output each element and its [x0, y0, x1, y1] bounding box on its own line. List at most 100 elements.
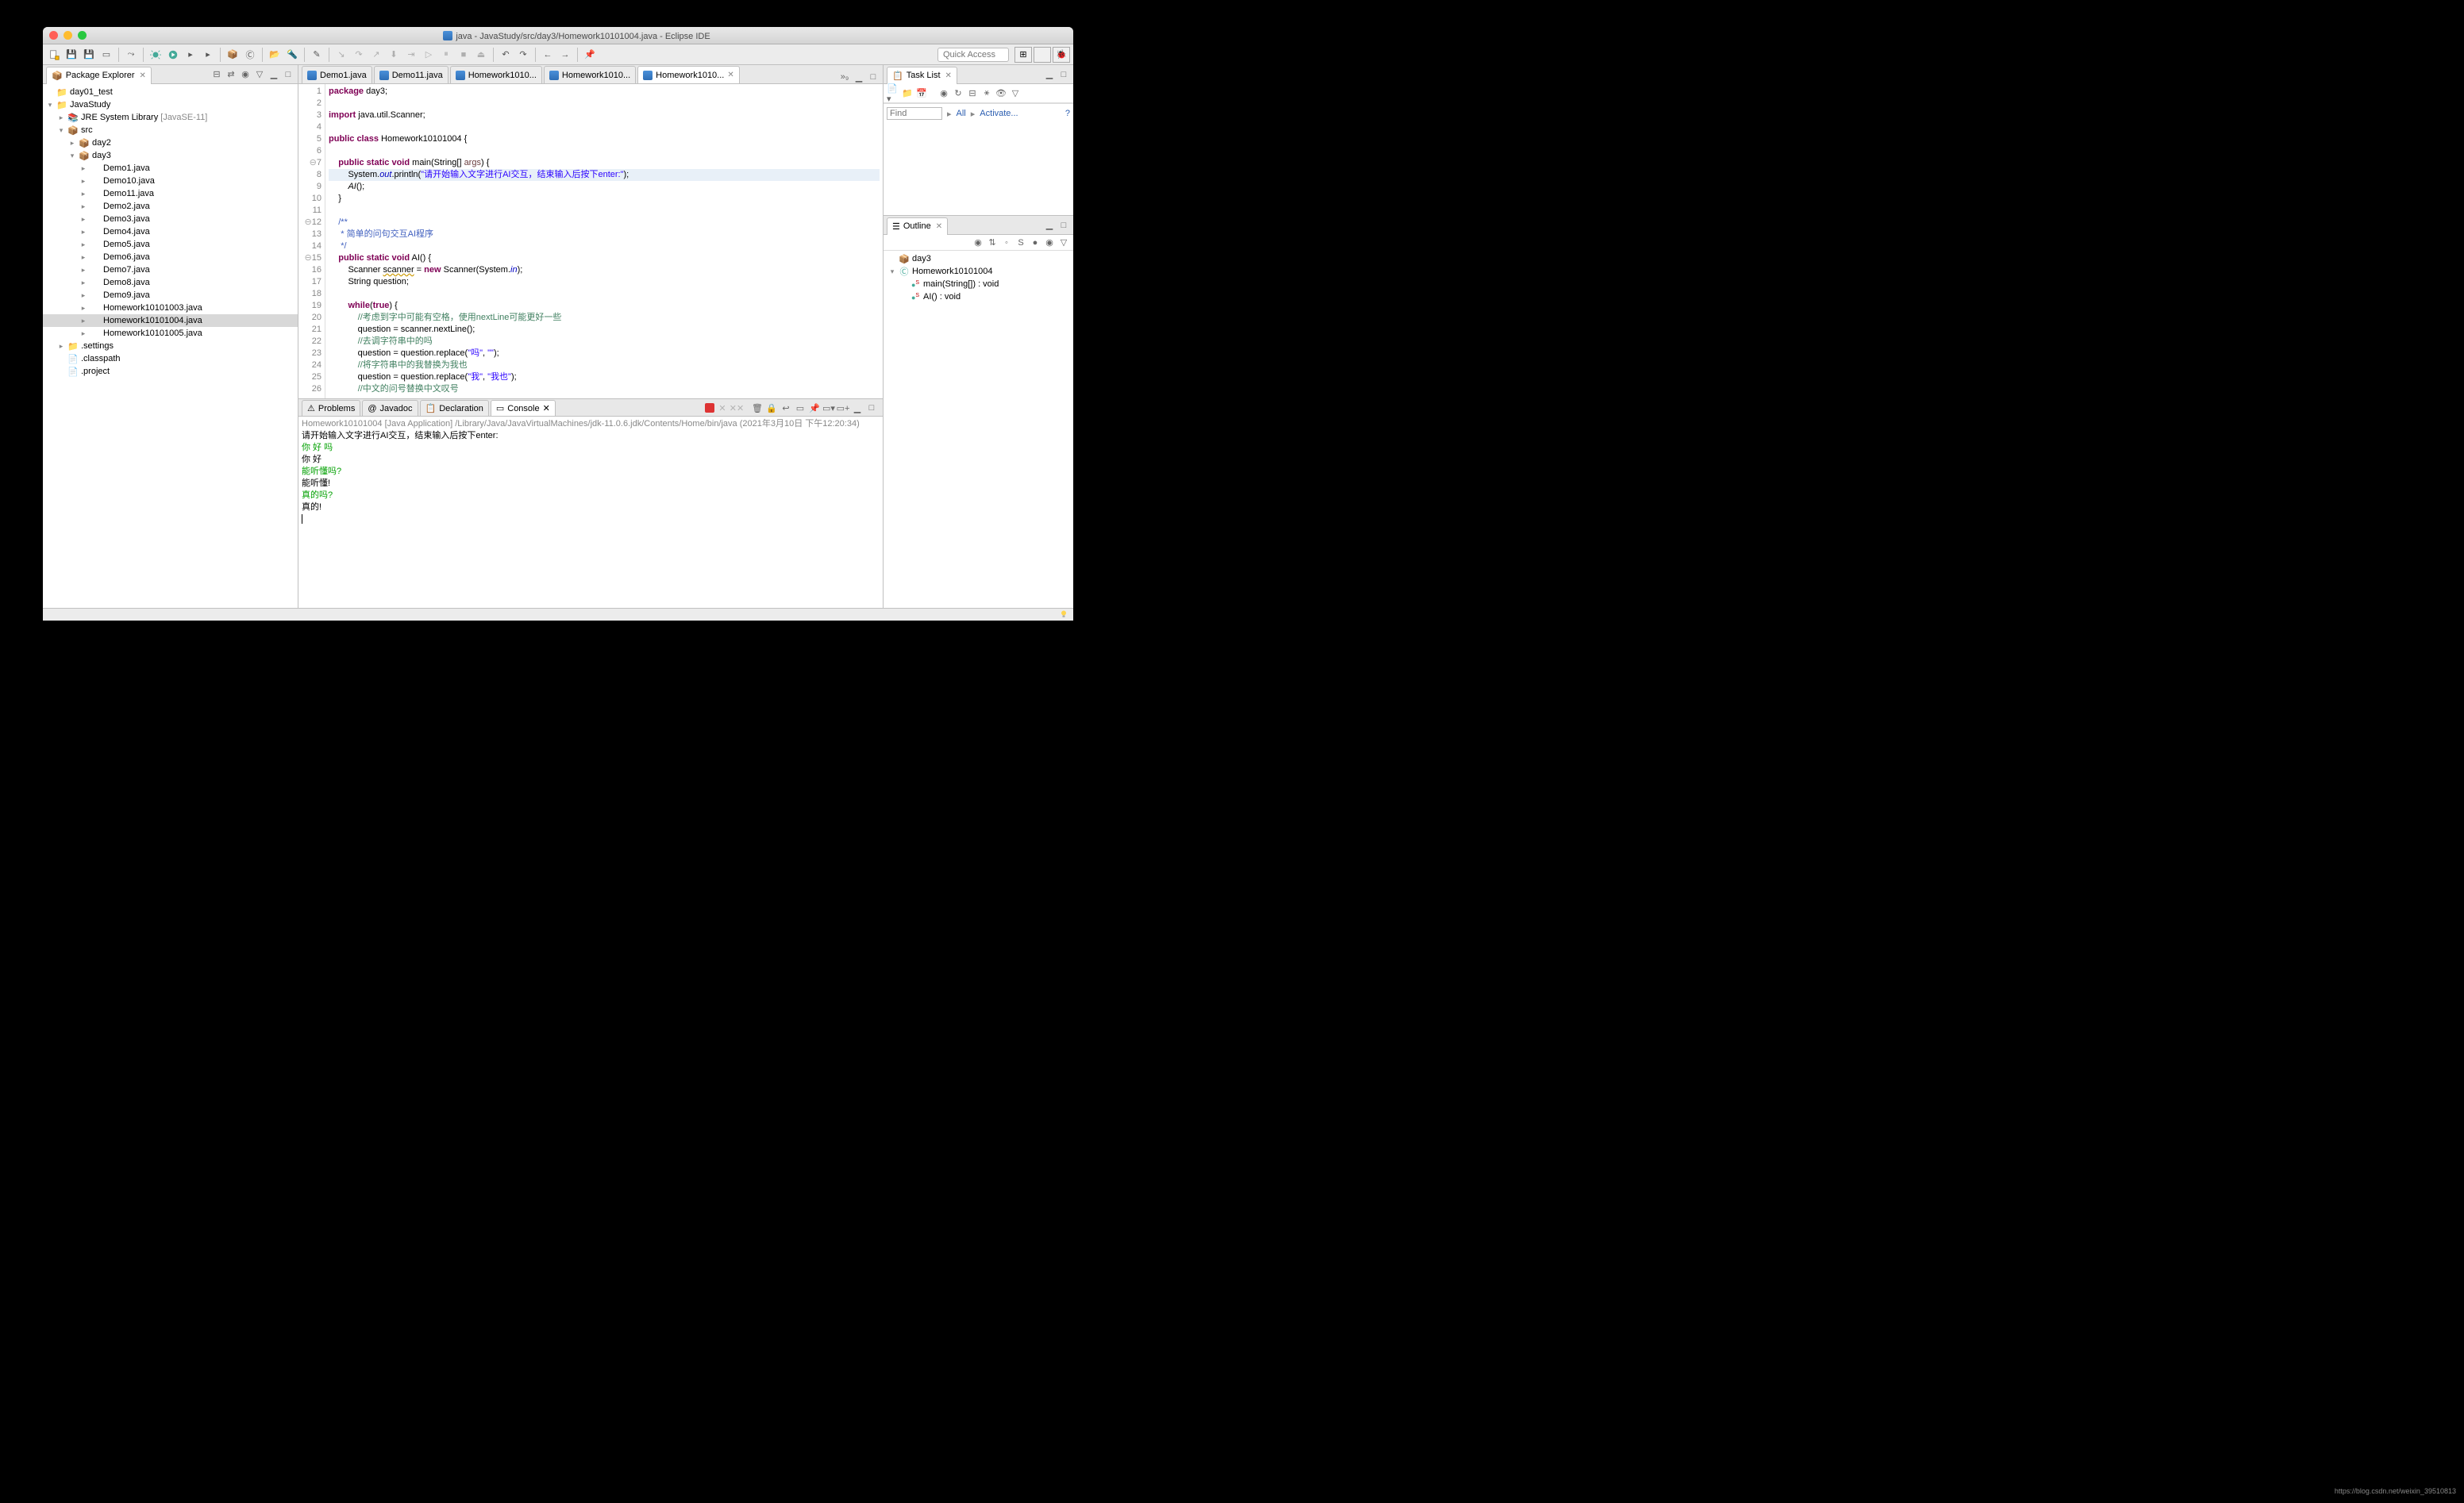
help-icon[interactable]: ?: [1065, 109, 1070, 118]
save-all-button[interactable]: 💾: [81, 47, 97, 63]
tree-node[interactable]: ▸Demo7.java: [43, 263, 298, 276]
scroll-lock-icon[interactable]: 🔒: [765, 402, 778, 414]
tree-node[interactable]: 📄.project: [43, 365, 298, 378]
tree-node[interactable]: ▸📦day2: [43, 136, 298, 149]
collapse-all-icon[interactable]: ⊟: [210, 68, 223, 81]
editor-tab[interactable]: Demo1.java: [302, 66, 372, 83]
maximize-icon[interactable]: □: [1057, 68, 1070, 81]
minimize-icon[interactable]: ▁: [851, 402, 864, 414]
tree-node[interactable]: ▸Demo2.java: [43, 200, 298, 213]
save-button[interactable]: 💾: [64, 47, 79, 63]
maximize-icon[interactable]: □: [1057, 219, 1070, 232]
open-perspective-button[interactable]: ⊞: [1014, 47, 1032, 63]
toggle-mark-button[interactable]: ✎: [309, 47, 325, 63]
tree-node[interactable]: ▸Homework10101004.java: [43, 314, 298, 327]
outline-tab[interactable]: ☰ Outline ✕: [887, 217, 948, 235]
debug-perspective-button[interactable]: 🐞: [1053, 47, 1070, 63]
view-menu-icon[interactable]: ▽: [1057, 236, 1070, 249]
package-tree[interactable]: 📁day01_test▾📁JavaStudy▸📚JRE System Libra…: [43, 84, 298, 608]
tree-node[interactable]: ▾📦day3: [43, 149, 298, 162]
editor-tab[interactable]: Homework1010...: [450, 66, 542, 83]
next-annotation-button[interactable]: ↷: [515, 47, 531, 63]
all-link[interactable]: All: [957, 109, 966, 118]
problems-tab[interactable]: ⚠Problems: [302, 400, 360, 416]
editor-tab[interactable]: Demo11.java: [374, 66, 449, 83]
tip-icon[interactable]: [1059, 609, 1068, 619]
tree-node[interactable]: ▸Demo10.java: [43, 175, 298, 187]
filter-icon[interactable]: ⚹: [980, 87, 993, 100]
task-list-tab[interactable]: 📋 Task List ✕: [887, 67, 957, 84]
run-last-button[interactable]: ▸: [200, 47, 216, 63]
tree-node[interactable]: ▸Demo6.java: [43, 251, 298, 263]
categorize-icon[interactable]: 📁: [901, 87, 914, 100]
hide-fields-icon[interactable]: ◦: [1000, 236, 1013, 249]
collapse-all-icon[interactable]: ⊟: [966, 87, 979, 100]
package-explorer-tab[interactable]: 📦 Package Explorer ✕: [46, 67, 152, 84]
tree-node[interactable]: ▸Demo3.java: [43, 213, 298, 225]
new-package-button[interactable]: 📦: [225, 47, 241, 63]
link-editor-icon[interactable]: ⇄: [225, 68, 237, 81]
tree-node[interactable]: ▸Demo8.java: [43, 276, 298, 289]
tree-node[interactable]: ▸Demo4.java: [43, 225, 298, 238]
skip-breakpoints-button[interactable]: ⤳: [123, 47, 139, 63]
java-perspective-button[interactable]: [1034, 47, 1051, 63]
tree-node[interactable]: ▾📦src: [43, 124, 298, 136]
hide-nonpublic-icon[interactable]: ●: [1029, 236, 1041, 249]
terminate-button[interactable]: [705, 403, 714, 413]
maximize-icon[interactable]: □: [867, 71, 880, 83]
new-class-button[interactable]: Ⓒ: [242, 47, 258, 63]
declaration-tab[interactable]: 📋Declaration: [420, 400, 489, 416]
tree-node[interactable]: ●Smain(String[]) : void: [885, 278, 1072, 290]
hide-static-icon[interactable]: S: [1014, 236, 1027, 249]
tree-node[interactable]: ▸Demo11.java: [43, 187, 298, 200]
quick-access-input[interactable]: [937, 48, 1009, 62]
find-input[interactable]: [887, 107, 942, 120]
zoom-icon[interactable]: [78, 31, 87, 40]
tree-node[interactable]: ▸📚JRE System Library [JavaSE-11]: [43, 111, 298, 124]
open-type-button[interactable]: 📂: [267, 47, 283, 63]
close-icon[interactable]: ✕: [945, 71, 952, 80]
sort-icon[interactable]: ⇅: [986, 236, 999, 249]
toggle-breadcrumb-button[interactable]: ▭: [98, 47, 114, 63]
tree-node[interactable]: ▾📁JavaStudy: [43, 98, 298, 111]
tree-node[interactable]: ▸Demo1.java: [43, 162, 298, 175]
hide-local-icon[interactable]: ◉: [1043, 236, 1056, 249]
focus-task-icon[interactable]: ◉: [239, 68, 252, 81]
tree-node[interactable]: ▸Demo9.java: [43, 289, 298, 302]
close-icon[interactable]: ✕: [727, 71, 733, 79]
open-console-icon[interactable]: ▭+: [837, 402, 849, 414]
pin-button[interactable]: 📌: [582, 47, 598, 63]
view-menu-icon[interactable]: ▽: [1009, 87, 1022, 100]
schedule-icon[interactable]: 📅: [915, 87, 928, 100]
synchronize-icon[interactable]: ↻: [952, 87, 964, 100]
run-button[interactable]: [165, 47, 181, 63]
focus-workweek-icon[interactable]: ◉: [937, 87, 950, 100]
hide-icon[interactable]: 👁: [995, 87, 1007, 100]
editor-tab[interactable]: Homework1010...: [544, 66, 636, 83]
debug-button[interactable]: [148, 47, 164, 63]
show-console-icon[interactable]: ▭: [794, 402, 807, 414]
console-output[interactable]: Homework10101004 [Java Application] /Lib…: [298, 417, 883, 608]
code-editor[interactable]: 123456⊖7891011⊖121314⊖151617181920212223…: [298, 84, 883, 398]
tree-node[interactable]: 📁day01_test: [43, 86, 298, 98]
tree-node[interactable]: ▸📁.settings: [43, 340, 298, 352]
minimize-icon[interactable]: ▁: [1043, 219, 1056, 232]
prev-annotation-button[interactable]: ↶: [498, 47, 514, 63]
back-button[interactable]: ←: [540, 47, 556, 63]
console-tab[interactable]: ▭Console✕: [491, 400, 556, 416]
new-task-icon[interactable]: 📄▾: [887, 87, 899, 100]
view-menu-icon[interactable]: ▽: [253, 68, 266, 81]
clear-console-icon[interactable]: 🗑: [751, 402, 764, 414]
close-icon[interactable]: ✕: [140, 71, 146, 80]
tree-node[interactable]: ●SAI() : void: [885, 290, 1072, 303]
tab-overflow-icon[interactable]: »₉: [838, 71, 851, 83]
focus-icon[interactable]: ◉: [972, 236, 984, 249]
minimize-icon[interactable]: ▁: [268, 68, 280, 81]
tree-node[interactable]: 📦day3: [885, 252, 1072, 265]
display-console-icon[interactable]: ▭▾: [822, 402, 835, 414]
close-icon[interactable]: ✕: [543, 403, 550, 413]
word-wrap-icon[interactable]: ↩: [780, 402, 792, 414]
javadoc-tab[interactable]: @Javadoc: [362, 400, 418, 416]
tree-node[interactable]: ▾ⒸHomework10101004: [885, 265, 1072, 278]
tree-node[interactable]: 📄.classpath: [43, 352, 298, 365]
